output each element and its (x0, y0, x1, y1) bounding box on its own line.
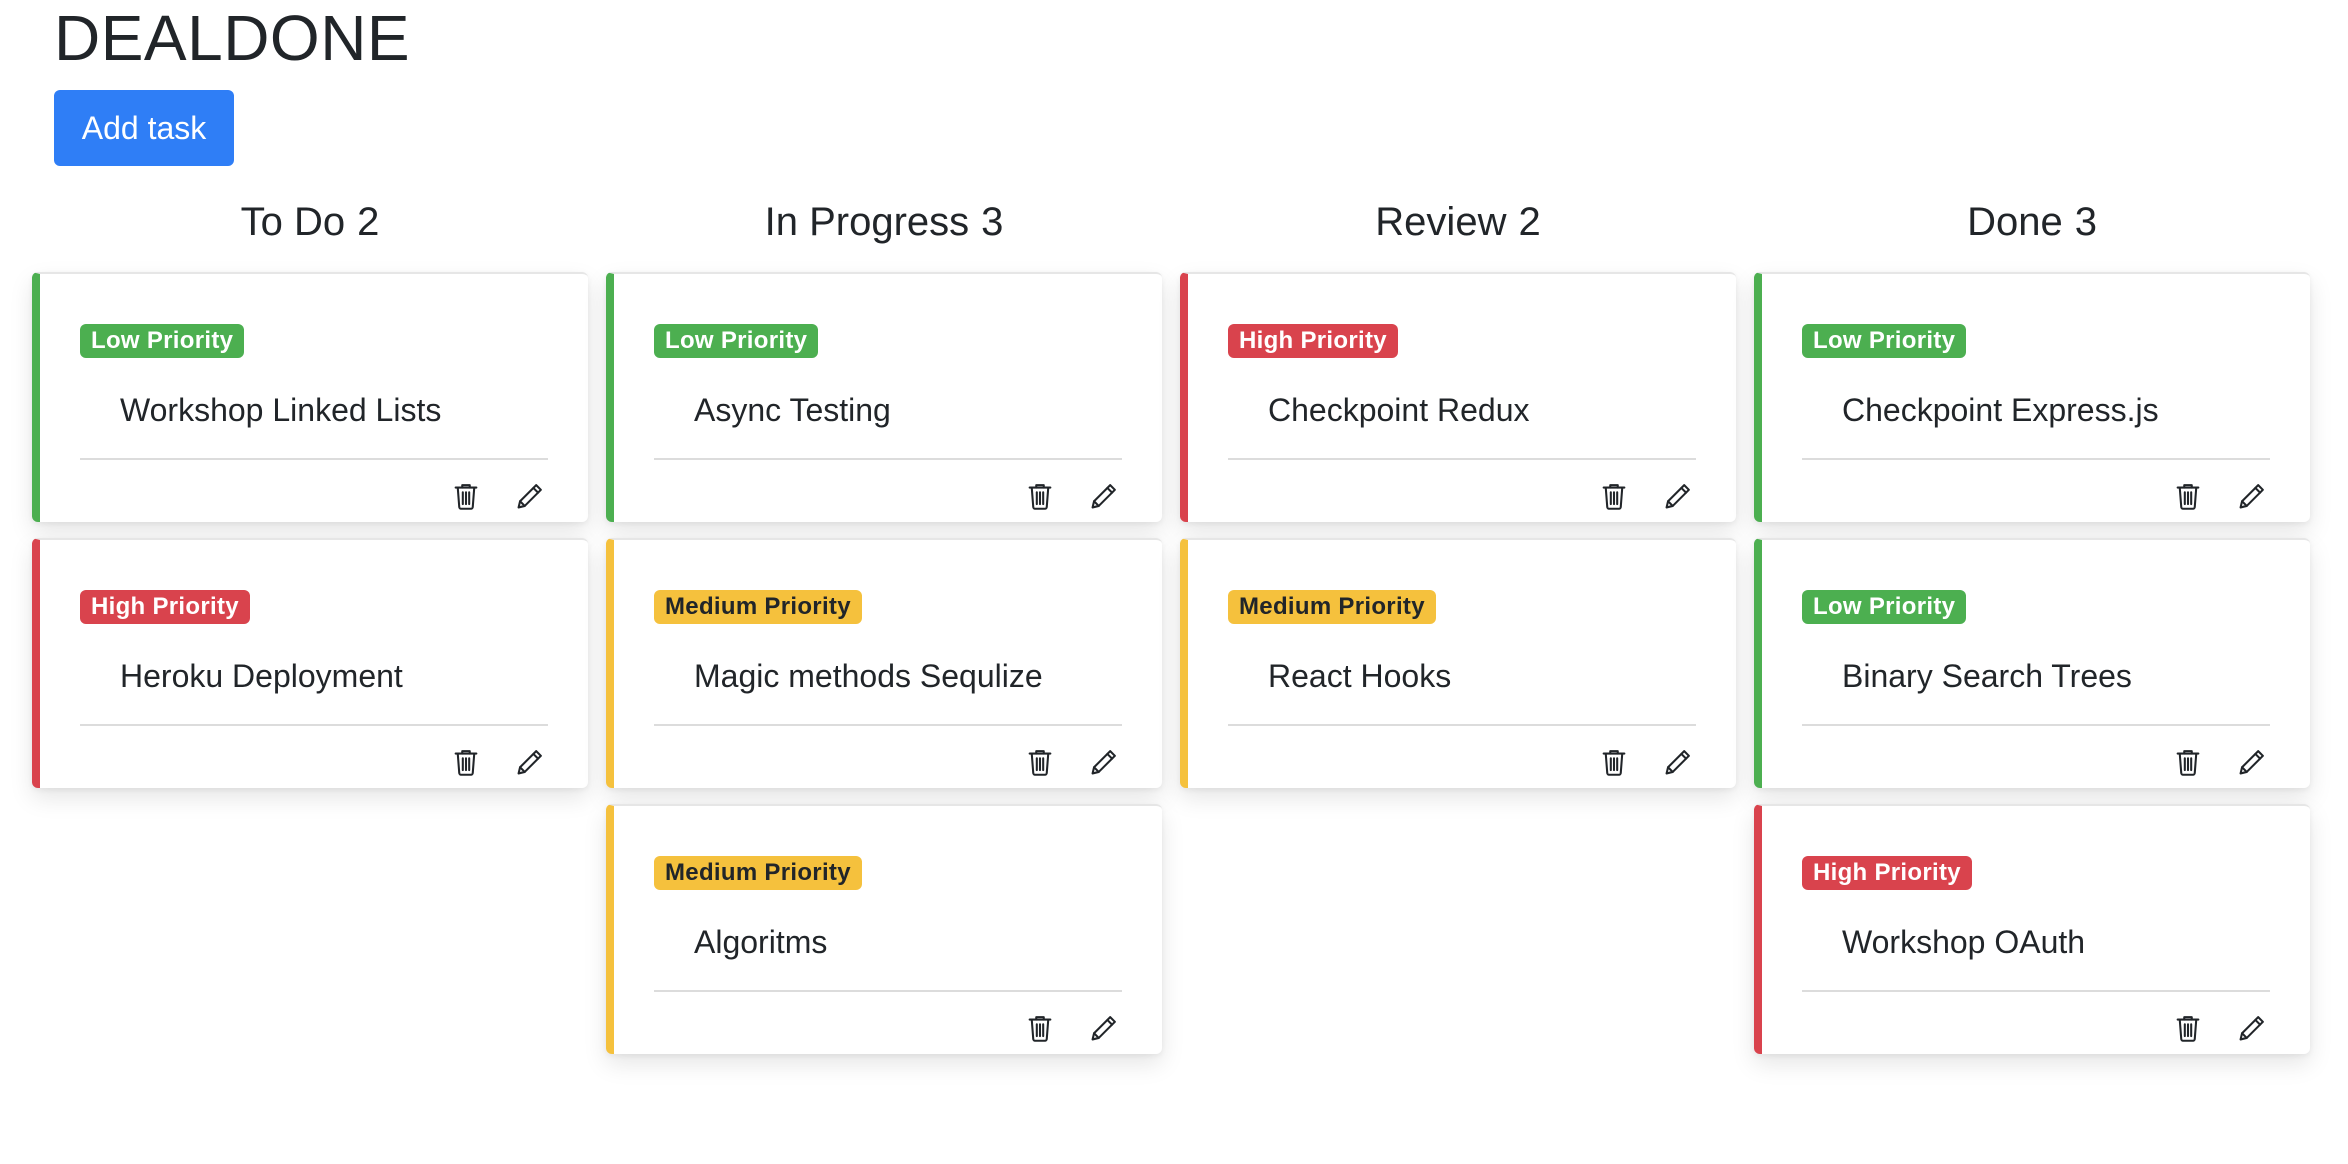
priority-badge: High Priority (1802, 856, 1972, 890)
card-actions (1022, 1010, 1122, 1046)
add-task-button[interactable]: Add task (54, 90, 234, 166)
card-actions (2170, 1010, 2270, 1046)
card-actions (2170, 744, 2270, 780)
pencil-icon[interactable] (512, 744, 548, 780)
card-divider (1802, 990, 2270, 992)
pencil-icon[interactable] (1660, 744, 1696, 780)
task-title: Workshop OAuth (1842, 924, 2086, 960)
task-card[interactable]: High Priority Checkpoint Redux (1180, 272, 1736, 522)
priority-badge: Low Priority (1802, 324, 1967, 358)
column-done: Done 3 Low Priority Checkpoint Express.js… (1754, 192, 2310, 1070)
column-header: To Do 2 (32, 192, 588, 272)
task-card[interactable]: Medium Priority React Hooks (1180, 538, 1736, 788)
task-card[interactable]: Low Priority Checkpoint Express.js (1754, 272, 2310, 522)
card-divider (654, 724, 1122, 726)
pencil-icon[interactable] (2234, 744, 2270, 780)
column-title: To Do (240, 200, 346, 244)
task-title: Checkpoint Redux (1268, 392, 1530, 428)
task-card[interactable]: High Priority Workshop OAuth (1754, 804, 2310, 1054)
kanban-app: DEALDONE Add task To Do 2 Low Priority Wo… (0, 0, 2348, 1164)
card-divider (1228, 458, 1696, 460)
column-header: In Progress 3 (606, 192, 1162, 272)
card-divider (654, 458, 1122, 460)
column-title: Review (1375, 200, 1507, 244)
pencil-icon[interactable] (1086, 1010, 1122, 1046)
card-divider (80, 458, 548, 460)
column-count: 3 (981, 200, 1004, 244)
card-actions (448, 478, 548, 514)
task-card[interactable]: Low Priority Workshop Linked Lists (32, 272, 588, 522)
priority-badge: Medium Priority (1228, 590, 1436, 624)
pencil-icon[interactable] (1086, 478, 1122, 514)
priority-badge: Low Priority (80, 324, 245, 358)
trash-icon[interactable] (2170, 1010, 2206, 1046)
column-in-progress: In Progress 3 Low Priority Async Testing … (606, 192, 1162, 1070)
task-title: Async Testing (694, 392, 891, 428)
priority-badge: Low Priority (654, 324, 819, 358)
pencil-icon[interactable] (1660, 478, 1696, 514)
column-header: Done 3 (1754, 192, 2310, 272)
task-title: Checkpoint Express.js (1842, 392, 2159, 428)
card-actions (1022, 478, 1122, 514)
task-title: Binary Search Trees (1842, 658, 2132, 694)
trash-icon[interactable] (1596, 478, 1632, 514)
trash-icon[interactable] (448, 478, 484, 514)
task-card[interactable]: High Priority Heroku Deployment (32, 538, 588, 788)
card-divider (1802, 458, 2270, 460)
card-actions (2170, 478, 2270, 514)
trash-icon[interactable] (1596, 744, 1632, 780)
task-title: Algoritms (694, 924, 828, 960)
trash-icon[interactable] (1022, 744, 1058, 780)
pencil-icon[interactable] (1086, 744, 1122, 780)
task-card[interactable]: Medium Priority Magic methods Sequlize (606, 538, 1162, 788)
trash-icon[interactable] (2170, 478, 2206, 514)
column-review: Review 2 High Priority Checkpoint Redux M… (1180, 192, 1736, 804)
trash-icon[interactable] (2170, 744, 2206, 780)
priority-badge: Medium Priority (654, 590, 862, 624)
priority-badge: High Priority (80, 590, 250, 624)
task-title: Heroku Deployment (120, 658, 403, 694)
column-title: Done (1967, 200, 2063, 244)
pencil-icon[interactable] (2234, 1010, 2270, 1046)
kanban-board: To Do 2 Low Priority Workshop Linked List… (32, 192, 2312, 1092)
trash-icon[interactable] (1022, 478, 1058, 514)
column-count: 2 (357, 200, 380, 244)
card-actions (1596, 478, 1696, 514)
card-actions (1022, 744, 1122, 780)
task-title: React Hooks (1268, 658, 1452, 694)
task-card[interactable]: Low Priority Binary Search Trees (1754, 538, 2310, 788)
card-actions (448, 744, 548, 780)
task-card[interactable]: Medium Priority Algoritms (606, 804, 1162, 1054)
priority-badge: High Priority (1228, 324, 1398, 358)
task-card[interactable]: Low Priority Async Testing (606, 272, 1162, 522)
task-title: Workshop Linked Lists (120, 392, 442, 428)
card-divider (654, 990, 1122, 992)
card-actions (1596, 744, 1696, 780)
card-divider (80, 724, 548, 726)
card-divider (1802, 724, 2270, 726)
column-title: In Progress (764, 200, 970, 244)
app-title: DEALDONE (54, 2, 411, 74)
trash-icon[interactable] (1022, 1010, 1058, 1046)
priority-badge: Low Priority (1802, 590, 1967, 624)
card-divider (1228, 724, 1696, 726)
column-to-do: To Do 2 Low Priority Workshop Linked List… (32, 192, 588, 804)
task-title: Magic methods Sequlize (694, 658, 1043, 694)
column-count: 3 (2074, 200, 2097, 244)
pencil-icon[interactable] (512, 478, 548, 514)
pencil-icon[interactable] (2234, 478, 2270, 514)
column-count: 2 (1518, 200, 1541, 244)
column-header: Review 2 (1180, 192, 1736, 272)
trash-icon[interactable] (448, 744, 484, 780)
priority-badge: Medium Priority (654, 856, 862, 890)
